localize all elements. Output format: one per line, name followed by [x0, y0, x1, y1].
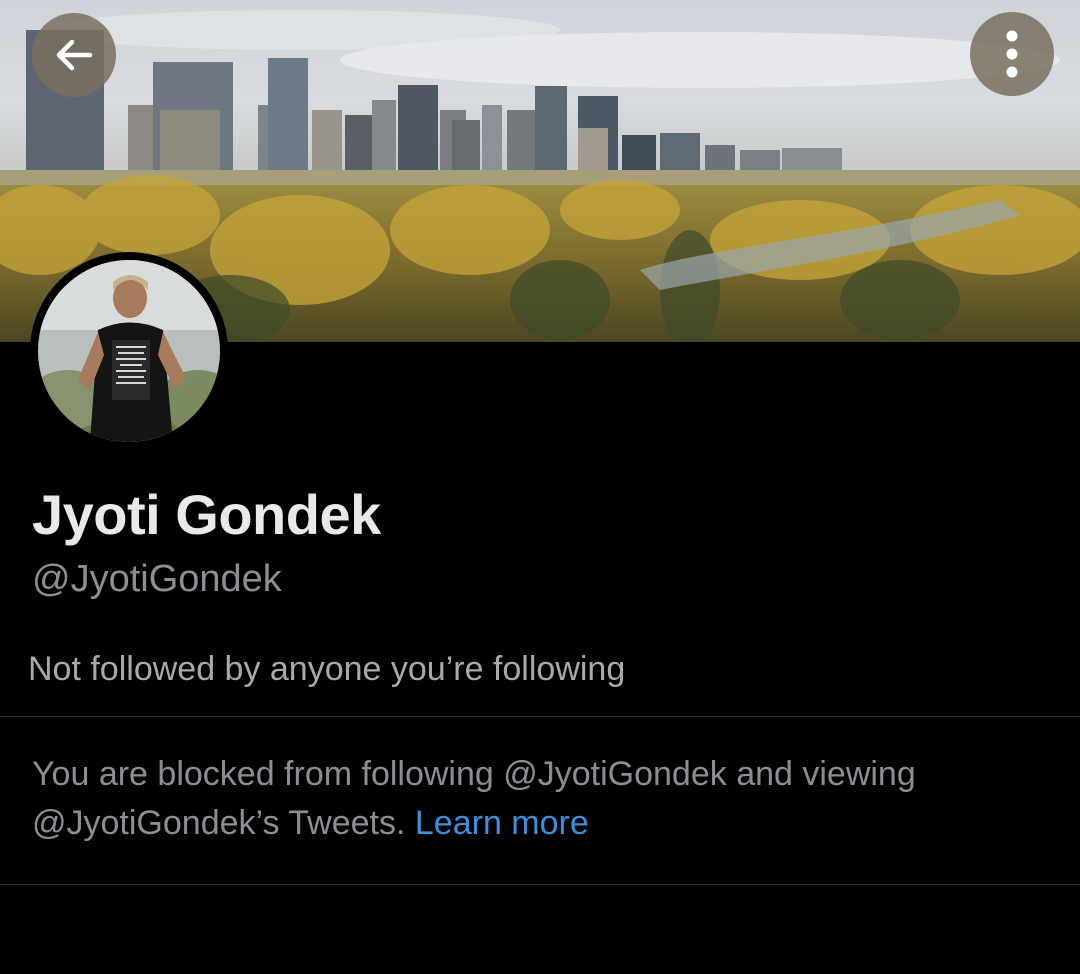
followed-by-text: Not followed by anyone you’re following [28, 650, 626, 688]
more-options-button[interactable] [970, 12, 1054, 96]
divider [0, 716, 1080, 717]
divider [0, 884, 1080, 885]
more-vertical-icon [1006, 30, 1018, 78]
blocked-notice: You are blocked from following @JyotiGon… [32, 750, 1042, 848]
arrow-left-icon [56, 39, 93, 71]
learn-more-link[interactable]: Learn more [415, 804, 589, 842]
avatar[interactable] [30, 252, 228, 450]
user-handle: @JyotiGondek [32, 558, 282, 600]
back-button[interactable] [32, 13, 116, 97]
avatar-image [38, 260, 220, 442]
display-name: Jyoti Gondek [32, 483, 381, 546]
